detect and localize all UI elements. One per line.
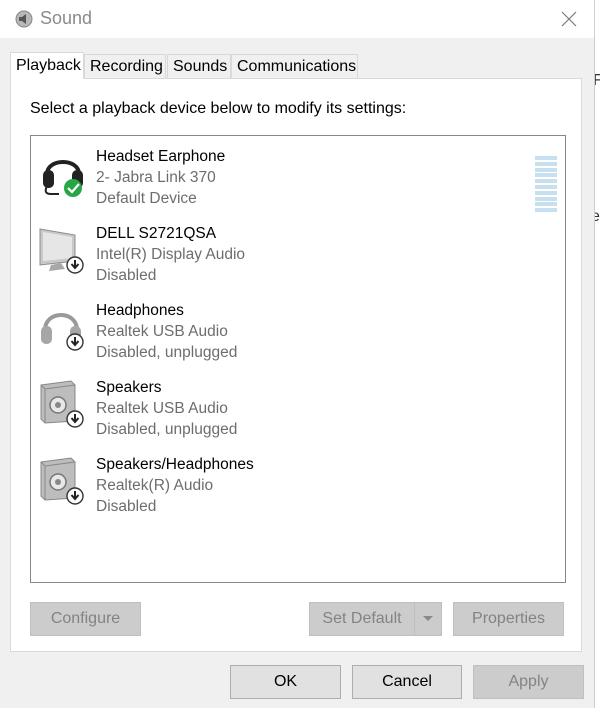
tab-recording[interactable]: Recording — [84, 54, 166, 78]
close-button[interactable] — [546, 0, 592, 38]
device-item-headset-earphone[interactable]: Headset Earphone 2- Jabra Link 370 Defau… — [37, 146, 557, 216]
properties-button[interactable]: Properties — [453, 602, 564, 636]
device-status: Default Device — [96, 190, 197, 207]
device-status: Disabled, unplugged — [96, 344, 238, 361]
close-icon — [561, 11, 577, 27]
tab-playback[interactable]: Playback — [10, 52, 84, 79]
device-status: Disabled — [96, 267, 157, 284]
device-list[interactable]: Headset Earphone 2- Jabra Link 370 Defau… — [30, 135, 566, 583]
headset-icon — [43, 160, 83, 197]
instruction-text: Select a playback device below to modify… — [30, 100, 407, 117]
speaker-icon — [40, 457, 84, 505]
device-driver: Intel(R) Display Audio — [96, 246, 246, 263]
set-default-button[interactable]: Set Default — [309, 602, 415, 636]
tab-communications[interactable]: Communications — [231, 54, 358, 78]
device-name: Headphones — [96, 302, 184, 319]
device-driver: Realtek USB Audio — [96, 323, 228, 340]
device-driver: 2- Jabra Link 370 — [96, 169, 216, 186]
chevron-down-icon — [423, 616, 433, 621]
device-name: DELL S2721QSA — [96, 225, 217, 242]
device-name: Headset Earphone — [96, 148, 226, 165]
apply-button[interactable]: Apply — [473, 665, 584, 699]
device-name: Speakers/Headphones — [96, 456, 254, 473]
sound-dialog: Sound Playback Recording Sounds Communic… — [0, 0, 595, 708]
tab-sounds[interactable]: Sounds — [167, 54, 231, 78]
device-item-headphones[interactable]: Headphones Realtek USB Audio Disabled, u… — [37, 300, 557, 370]
device-driver: Realtek(R) Audio — [96, 477, 214, 494]
monitor-icon — [39, 228, 84, 274]
device-status: Disabled, unplugged — [96, 421, 238, 438]
headphones-icon — [41, 313, 84, 351]
device-item-speakers-headphones[interactable]: Speakers/Headphones Realtek(R) Audio Dis… — [37, 454, 557, 524]
configure-button[interactable]: Configure — [30, 602, 141, 636]
speaker-app-icon — [15, 10, 33, 28]
device-item-dell-s2721qsa[interactable]: DELL S2721QSA Intel(R) Display Audio Dis… — [37, 223, 557, 293]
level-meter — [535, 156, 557, 216]
title-bar: Sound — [0, 0, 594, 38]
cancel-button[interactable]: Cancel — [352, 665, 462, 699]
device-name: Speakers — [96, 379, 162, 396]
playback-panel: Select a playback device below to modify… — [10, 78, 582, 652]
set-default-dropdown[interactable] — [414, 602, 442, 636]
device-status: Disabled — [96, 498, 157, 515]
ok-button[interactable]: OK — [230, 665, 341, 699]
device-item-speakers[interactable]: Speakers Realtek USB Audio Disabled, unp… — [37, 377, 557, 447]
speaker-icon — [40, 380, 84, 428]
window-title: Sound — [40, 8, 93, 28]
device-driver: Realtek USB Audio — [96, 400, 228, 417]
